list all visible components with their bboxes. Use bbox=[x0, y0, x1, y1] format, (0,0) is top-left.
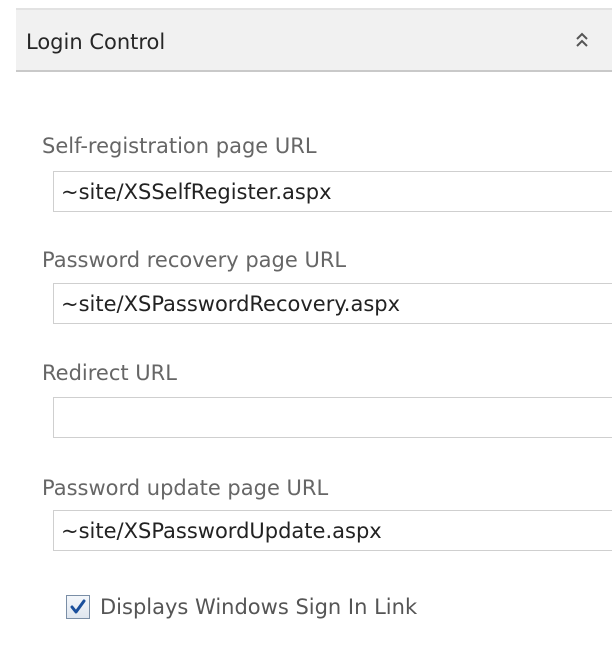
password-recovery-url-input[interactable] bbox=[53, 283, 612, 324]
password-recovery-url-label: Password recovery page URL bbox=[42, 248, 347, 272]
panel-header: Login Control bbox=[16, 8, 612, 72]
windows-sign-in-label: Displays Windows Sign In Link bbox=[100, 595, 418, 619]
checkmark-icon bbox=[70, 599, 86, 614]
redirect-url-input[interactable] bbox=[53, 397, 612, 438]
double-chevron-up-icon bbox=[576, 32, 588, 47]
windows-sign-in-checkbox-row[interactable]: Displays Windows Sign In Link bbox=[66, 589, 417, 625]
windows-sign-in-checkbox[interactable] bbox=[66, 595, 90, 619]
self-registration-url-input[interactable] bbox=[53, 171, 612, 212]
password-update-url-input[interactable] bbox=[53, 510, 612, 551]
self-registration-url-label: Self-registration page URL bbox=[42, 134, 317, 158]
password-update-url-label: Password update page URL bbox=[42, 476, 329, 500]
redirect-url-label: Redirect URL bbox=[42, 361, 177, 385]
login-control-panel: Login Control Self-registration page URL… bbox=[0, 0, 612, 646]
panel-title: Login Control bbox=[26, 30, 166, 54]
collapse-button[interactable] bbox=[570, 28, 594, 54]
